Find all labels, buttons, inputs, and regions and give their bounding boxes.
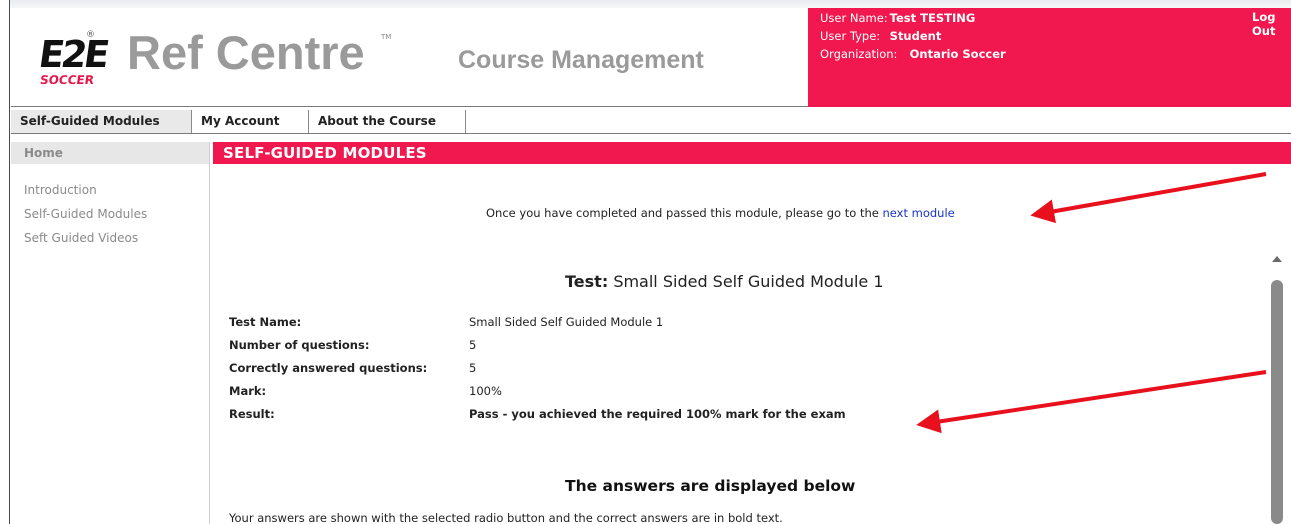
window-top-edge xyxy=(0,0,1291,8)
arrow-to-next-module xyxy=(1030,172,1267,224)
mark-value: 100% xyxy=(469,384,502,398)
next-module-notice: Once you have completed and passed this … xyxy=(486,206,955,220)
test-name-label: Test Name: xyxy=(229,315,302,329)
scroll-thumb[interactable] xyxy=(1271,280,1283,524)
page-subtitle: Course Management xyxy=(458,46,704,74)
question-count-label: Number of questions: xyxy=(229,338,370,352)
correct-answers-value: 5 xyxy=(469,361,477,375)
brand-title: Ref Centre xyxy=(127,26,365,79)
correct-answers-label: Correctly answered questions: xyxy=(229,361,428,375)
user-type-row: User Type: Student xyxy=(820,28,941,44)
sidebar-home[interactable]: Home xyxy=(11,142,209,164)
sidebar-item-self-guided-modules[interactable]: Self-Guided Modules xyxy=(24,206,147,222)
notice-text: Once you have completed and passed this … xyxy=(486,206,879,220)
user-type-label: User Type: xyxy=(820,29,881,43)
arrow-to-result xyxy=(916,370,1267,434)
test-title-label: Test: xyxy=(565,272,609,291)
user-type-value: Student xyxy=(889,29,942,43)
test-title-name: Small Sided Self Guided Module 1 xyxy=(613,272,884,291)
answers-heading: The answers are displayed below xyxy=(565,477,856,495)
sidebar-item-introduction[interactable]: Introduction xyxy=(24,182,97,198)
user-name-row: User Name: Test TESTING xyxy=(820,10,975,26)
user-info-panel: User Name: Test TESTING User Type: Stude… xyxy=(808,8,1291,107)
logout-link[interactable]: Log Out xyxy=(1252,10,1291,38)
user-name-label: User Name: xyxy=(820,11,888,25)
test-title: Test: Small Sided Self Guided Module 1 xyxy=(565,272,884,291)
user-name-value: Test TESTING xyxy=(889,11,976,25)
section-title-bar: SELF-GUIDED MODULES xyxy=(213,142,1291,164)
site-header: E2E SOCCER ® Ref Centre TM Course Manage… xyxy=(11,8,1291,107)
mark-label: Mark: xyxy=(229,384,267,398)
logo-mark: E2E xyxy=(36,33,110,76)
scroll-up-arrow-icon[interactable] xyxy=(1272,256,1282,262)
vertical-scrollbar[interactable] xyxy=(1269,256,1287,524)
organization-row: Organization: Ontario Soccer xyxy=(820,46,1006,62)
sidebar-divider xyxy=(209,142,210,524)
logo-subtext: SOCCER xyxy=(39,73,95,87)
tab-my-account[interactable]: My Account xyxy=(192,110,309,133)
window-left-edge xyxy=(0,0,10,524)
sidebar-item-guided-videos[interactable]: Seft Guided Videos xyxy=(24,230,138,246)
test-name-value: Small Sided Self Guided Module 1 xyxy=(469,315,664,329)
result-value: Pass - you achieved the required 100% ma… xyxy=(469,407,846,421)
main-nav-tabs: Self-Guided Modules My Account About the… xyxy=(11,110,1291,134)
e2e-soccer-logo[interactable]: E2E SOCCER xyxy=(36,33,111,93)
question-count-value: 5 xyxy=(469,338,477,352)
organization-value: Ontario Soccer xyxy=(909,47,1006,61)
registered-mark-icon: ® xyxy=(86,30,95,40)
trademark-icon: TM xyxy=(381,33,392,41)
next-module-link[interactable]: next module xyxy=(882,206,954,220)
answers-note: Your answers are shown with the selected… xyxy=(229,511,783,524)
organization-label: Organization: xyxy=(820,47,898,61)
tab-about-the-course[interactable]: About the Course xyxy=(309,110,466,133)
result-label: Result: xyxy=(229,407,275,421)
tab-self-guided-modules[interactable]: Self-Guided Modules xyxy=(11,110,192,133)
